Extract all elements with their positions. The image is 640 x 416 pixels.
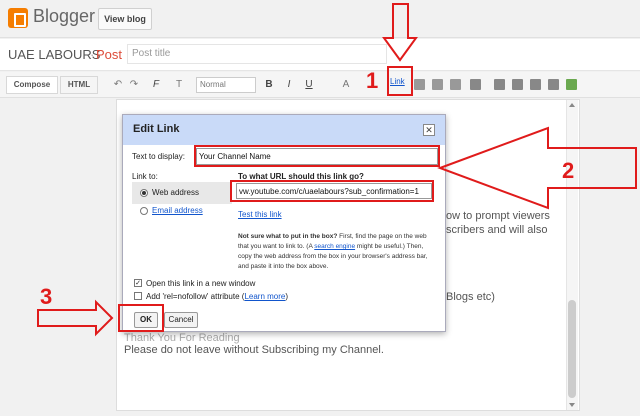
editor-text-line: Blogs etc) [446,291,495,303]
tab-compose[interactable]: Compose [6,76,58,94]
nofollow-text-end: ) [285,292,289,301]
new-window-label: Open this link in a new window [146,279,256,288]
image-icon[interactable] [414,79,425,90]
breadcrumb-post: Post [96,47,123,62]
option-web-address[interactable]: Web address [132,182,232,204]
step-2-label: 2 [562,158,575,183]
top-bar: Blogger View blog [0,0,640,38]
option-email-address[interactable]: Email address [132,204,232,226]
post-title-row: UAE LABOURS · Post Post title [0,39,640,71]
jump-break-icon[interactable] [450,79,461,90]
cancel-button[interactable]: Cancel [164,312,198,328]
format-select[interactable]: Normal [196,77,256,93]
editor-toolbar: Compose HTML ↶ ↷ F T Normal B I U A Link [0,72,640,98]
post-title-input[interactable]: Post title [127,44,387,64]
quote-icon[interactable] [530,79,541,90]
underline-button[interactable]: U [304,78,314,92]
close-icon[interactable]: ✕ [423,124,435,136]
blogger-logo-icon[interactable] [8,8,28,28]
nofollow-text: Add 'rel=nofollow' attribute ( [146,292,245,301]
video-icon[interactable] [432,79,443,90]
clear-format-icon[interactable] [548,79,559,90]
url-input-highlight [230,180,434,202]
link-to-label: Link to: [132,172,158,181]
ok-button-highlight [118,304,164,332]
email-address-radio[interactable] [140,207,148,215]
web-address-label: Web address [152,188,199,197]
breadcrumb-separator: · [90,47,95,62]
text-color-button[interactable]: A [340,78,352,92]
font-family-button[interactable]: F [150,78,162,92]
dialog-title: Edit Link [133,123,180,135]
editor-text-line: ow to prompt viewers [446,210,550,222]
editor-text-line: scribers and will also [446,224,548,236]
link-button-highlight [387,66,413,96]
blog-name: UAE LABOURS [8,47,101,62]
bulleted-list-icon[interactable] [512,79,523,90]
align-icon[interactable] [470,79,481,90]
tab-html[interactable]: HTML [60,76,98,94]
step-3-label: 3 [40,284,53,309]
brand-name: Blogger [33,6,96,26]
undo-icon[interactable]: ↶ [112,78,124,92]
help-text: Not sure what to put in the box? First, … [238,232,438,272]
scroll-down-icon[interactable] [569,403,575,407]
view-blog-button[interactable]: View blog [98,8,152,30]
nofollow-label: Add 'rel=nofollow' attribute (Learn more… [146,292,288,301]
editor-text-line: Thank You For Reading [124,332,240,344]
bold-button[interactable]: B [264,78,274,92]
editor-text-line: Please do not leave without Subscribing … [124,344,384,356]
nofollow-checkbox[interactable] [134,292,142,300]
help-heading: Not sure what to put in the box? [238,233,338,240]
email-address-label[interactable]: Email address [152,206,203,215]
font-size-button[interactable]: T [172,78,186,92]
learn-more-link[interactable]: Learn more [244,292,285,301]
italic-button[interactable]: I [284,78,294,92]
search-engine-link[interactable]: search engine [314,243,355,250]
step-1-label: 1 [366,68,379,93]
redo-icon[interactable]: ↷ [128,78,140,92]
new-window-checkbox[interactable]: ✓ [134,279,142,287]
spellcheck-icon[interactable] [566,79,577,90]
numbered-list-icon[interactable] [494,79,505,90]
text-input-highlight [194,145,440,167]
web-address-radio[interactable] [140,189,148,197]
blogger-editor-screen: Blogger View blog UAE LABOURS · Post Pos… [0,0,640,416]
test-link[interactable]: Test this link [238,210,282,219]
text-to-display-label: Text to display: [132,152,185,161]
dialog-header: Edit Link ✕ [123,115,445,145]
scrollbar-thumb[interactable] [568,300,576,398]
scroll-up-icon[interactable] [569,103,575,107]
